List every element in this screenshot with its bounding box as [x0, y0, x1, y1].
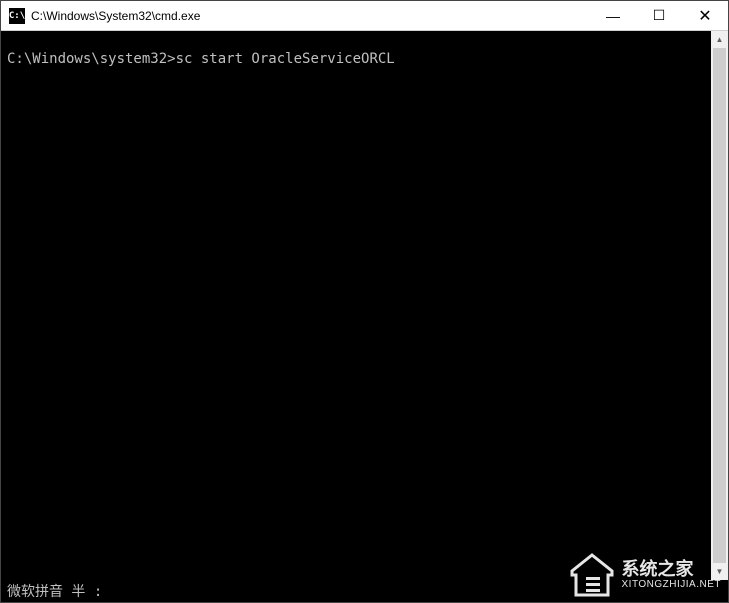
- close-button[interactable]: ✕: [682, 1, 728, 30]
- titlebar[interactable]: C:\ C:\Windows\System32\cmd.exe — ☐ ✕: [1, 1, 728, 31]
- window-controls: — ☐ ✕: [590, 1, 728, 30]
- scrollbar-thumb[interactable]: [713, 48, 726, 563]
- house-icon: [568, 553, 616, 597]
- maximize-button[interactable]: ☐: [636, 1, 682, 30]
- scroll-up-arrow-icon[interactable]: ▲: [711, 31, 728, 48]
- minimize-button[interactable]: —: [590, 1, 636, 30]
- watermark-text: 系统之家 XITONGZHIJIA.NET: [622, 560, 722, 591]
- vertical-scrollbar[interactable]: ▲ ▼: [711, 31, 728, 580]
- cmd-icon: C:\: [9, 8, 25, 24]
- scrollbar-track[interactable]: [711, 48, 728, 563]
- cmd-icon-label: C:\: [9, 11, 25, 21]
- cmd-window: C:\ C:\Windows\System32\cmd.exe — ☐ ✕ C:…: [0, 0, 729, 603]
- watermark-subtitle: XITONGZHIJIA.NET: [622, 579, 722, 590]
- terminal-area: C:\Windows\system32>sc start OracleServi…: [1, 31, 728, 580]
- watermark: 系统之家 XITONGZHIJIA.NET: [568, 553, 722, 597]
- ime-status-text: 微软拼音 半 :: [7, 581, 102, 601]
- window-title: C:\Windows\System32\cmd.exe: [31, 9, 590, 23]
- watermark-title: 系统之家: [622, 560, 722, 580]
- command-text: sc start OracleServiceORCL: [176, 51, 395, 67]
- terminal-output[interactable]: C:\Windows\system32>sc start OracleServi…: [1, 31, 711, 580]
- prompt-text: C:\Windows\system32>: [7, 51, 176, 67]
